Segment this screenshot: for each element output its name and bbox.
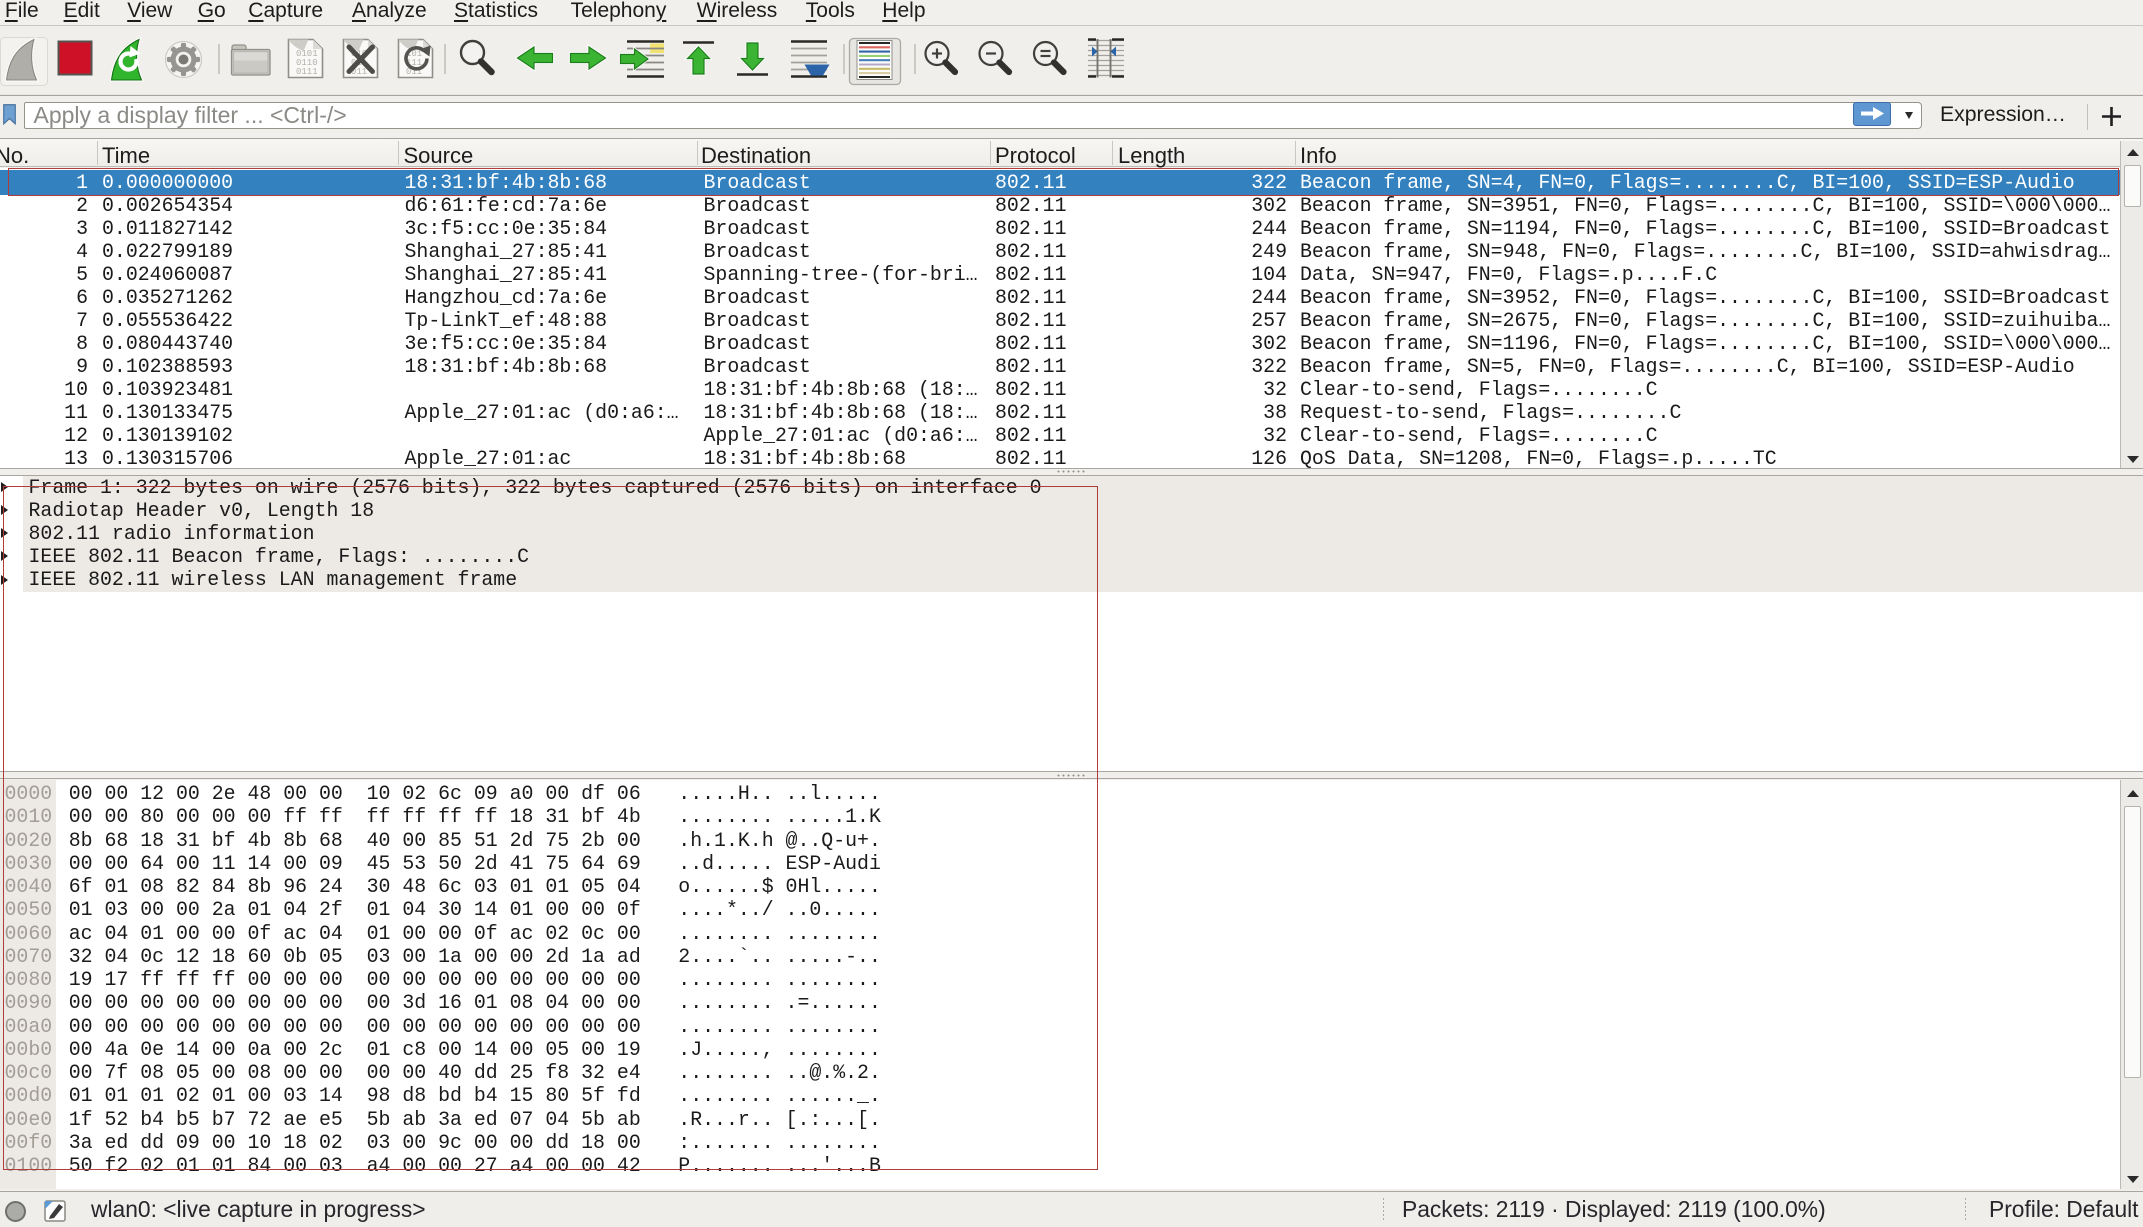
svg-text:0111: 0111 [296, 67, 318, 77]
